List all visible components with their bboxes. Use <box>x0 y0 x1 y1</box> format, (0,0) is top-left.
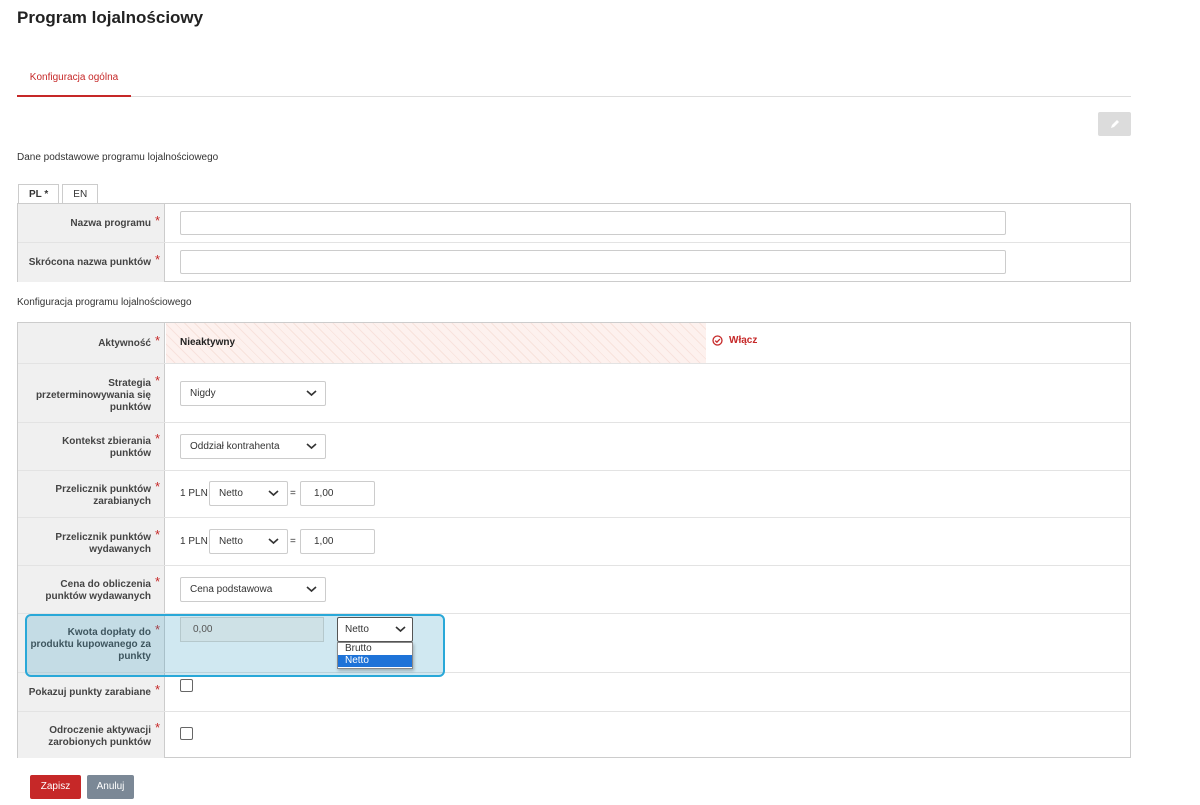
section-config-title: Konfiguracja programu lojalnościowego <box>17 297 192 308</box>
earn-ratio-input[interactable]: 1,00 <box>300 481 375 506</box>
required-marker: * <box>154 720 160 735</box>
equals-sign: = <box>290 488 296 499</box>
earn-ratio-price-type-select[interactable]: Netto <box>209 481 288 506</box>
label-cell: Kontekst zbierania punktów * <box>18 423 165 470</box>
spend-price-row: Cena do obliczenia punktów wydawanych * C… <box>18 566 1130 614</box>
required-marker: * <box>154 373 160 388</box>
spend-ratio-label: Przelicznik punktów wydawanych <box>55 532 151 555</box>
chevron-down-icon <box>395 626 406 633</box>
earn-ratio-row: Przelicznik punktów zarabianych * 1 PLN N… <box>18 471 1130 518</box>
delay-activation-row: Odroczenie aktywacji zarobionych punktów… <box>18 712 1130 758</box>
tab-bar: Konfiguracja ogólna <box>17 64 1131 97</box>
spend-price-label: Cena do obliczenia punktów wydawanych <box>45 579 151 602</box>
label-cell: Przelicznik punktów zarabianych * <box>18 471 165 517</box>
chevron-down-icon <box>268 490 279 497</box>
expiry-strategy-label: Strategia przeterminowywania się punktów <box>35 378 151 413</box>
required-marker: * <box>154 527 160 542</box>
required-marker: * <box>154 213 160 228</box>
spend-ratio-input[interactable]: 1,00 <box>300 529 375 554</box>
option-brutto[interactable]: Brutto <box>338 643 412 655</box>
required-marker: * <box>154 574 160 589</box>
expiry-strategy-select[interactable]: Nigdy <box>180 381 326 406</box>
spend-ratio-price-type: Netto <box>219 536 243 547</box>
enable-label: Włącz <box>729 335 758 346</box>
activity-status: Nieaktywny <box>180 337 236 348</box>
page-title: Program lojalnościowy <box>17 8 204 27</box>
program-name-input[interactable] <box>180 211 1006 235</box>
pencil-icon <box>1110 120 1119 128</box>
spend-ratio-unit: 1 PLN <box>180 536 208 547</box>
label-cell: Skrócona nazwa punktów * <box>18 243 165 282</box>
required-marker: * <box>154 431 160 446</box>
surcharge-price-type-select[interactable]: Netto <box>337 617 413 642</box>
required-marker: * <box>154 333 160 348</box>
edit-button[interactable] <box>1098 112 1131 136</box>
earn-ratio-price-type: Netto <box>219 488 243 499</box>
config-form: Aktywność * Nieaktywny Włącz Strategia pr… <box>17 322 1131 758</box>
required-marker: * <box>154 479 160 494</box>
chevron-down-icon <box>306 586 317 593</box>
required-marker: * <box>154 682 160 697</box>
label-cell: Pokazuj punkty zarabiane * <box>18 673 165 711</box>
spend-price-value: Cena podstawowa <box>190 584 273 595</box>
collection-context-value: Oddział kontrahenta <box>190 441 280 452</box>
enable-button[interactable]: Włącz <box>712 335 757 346</box>
inactive-status-background <box>166 323 706 363</box>
check-circle-icon <box>712 335 723 346</box>
program-name-label: Nazwa programu <box>70 218 151 229</box>
label-cell: Nazwa programu * <box>18 204 165 242</box>
label-cell: Przelicznik punktów wydawanych * <box>18 518 165 565</box>
collection-context-row: Kontekst zbierania punktów * Oddział kont… <box>18 423 1130 471</box>
section-basic-title: Dane podstawowe programu lojalnościowego <box>17 152 219 163</box>
label-cell: Aktywność * <box>18 323 165 363</box>
spend-ratio-price-type-select[interactable]: Netto <box>209 529 288 554</box>
surcharge-amount-input[interactable]: 0,00 <box>180 617 324 642</box>
show-earned-label: Pokazuj punkty zarabiane <box>28 687 151 698</box>
label-cell: Strategia przeterminowywania się punktów… <box>18 364 165 422</box>
option-netto[interactable]: Netto <box>338 655 412 667</box>
show-earned-checkbox[interactable] <box>180 679 193 692</box>
delay-activation-label: Odroczenie aktywacji zarobionych punktów <box>48 725 151 748</box>
expiry-strategy-value: Nigdy <box>190 388 216 399</box>
lang-tab-en[interactable]: EN <box>62 184 99 204</box>
earn-ratio-unit: 1 PLN <box>180 488 208 499</box>
expiry-strategy-row: Strategia przeterminowywania się punktów… <box>18 364 1130 423</box>
activity-label: Aktywność <box>98 338 151 349</box>
points-short-name-label: Skrócona nazwa punktów <box>28 257 151 268</box>
save-button[interactable]: Zapisz <box>30 775 81 799</box>
activity-row: Aktywność * Nieaktywny Włącz <box>18 323 1130 364</box>
spend-price-select[interactable]: Cena podstawowa <box>180 577 326 602</box>
chevron-down-icon <box>306 390 317 397</box>
required-marker: * <box>154 252 160 267</box>
equals-sign: = <box>290 536 296 547</box>
show-earned-row: Pokazuj punkty zarabiane * <box>18 673 1130 712</box>
lang-tab-pl[interactable]: PL * <box>18 184 60 204</box>
price-type-dropdown: Brutto Netto <box>337 642 413 669</box>
tab-general-config[interactable]: Konfiguracja ogólna <box>17 64 131 97</box>
chevron-down-icon <box>268 538 279 545</box>
cancel-button[interactable]: Anuluj <box>87 775 134 799</box>
collection-context-label: Kontekst zbierania punktów <box>62 436 151 459</box>
points-short-name-input[interactable] <box>180 250 1006 274</box>
chevron-down-icon <box>306 443 317 450</box>
program-name-row: Nazwa programu * <box>18 204 1130 243</box>
delay-activation-checkbox[interactable] <box>180 727 193 740</box>
language-tabs: PL * EN <box>18 184 99 204</box>
surcharge-price-type: Netto <box>345 624 369 635</box>
earn-ratio-label: Przelicznik punktów zarabianych <box>55 484 151 507</box>
label-cell: Odroczenie aktywacji zarobionych punktów… <box>18 712 165 758</box>
basic-form: Nazwa programu * Skrócona nazwa punktów * <box>17 203 1131 282</box>
label-cell: Cena do obliczenia punktów wydawanych * <box>18 566 165 613</box>
points-short-name-row: Skrócona nazwa punktów * <box>18 243 1130 282</box>
collection-context-select[interactable]: Oddział kontrahenta <box>180 434 326 459</box>
spend-ratio-row: Przelicznik punktów wydawanych * 1 PLN Ne… <box>18 518 1130 566</box>
